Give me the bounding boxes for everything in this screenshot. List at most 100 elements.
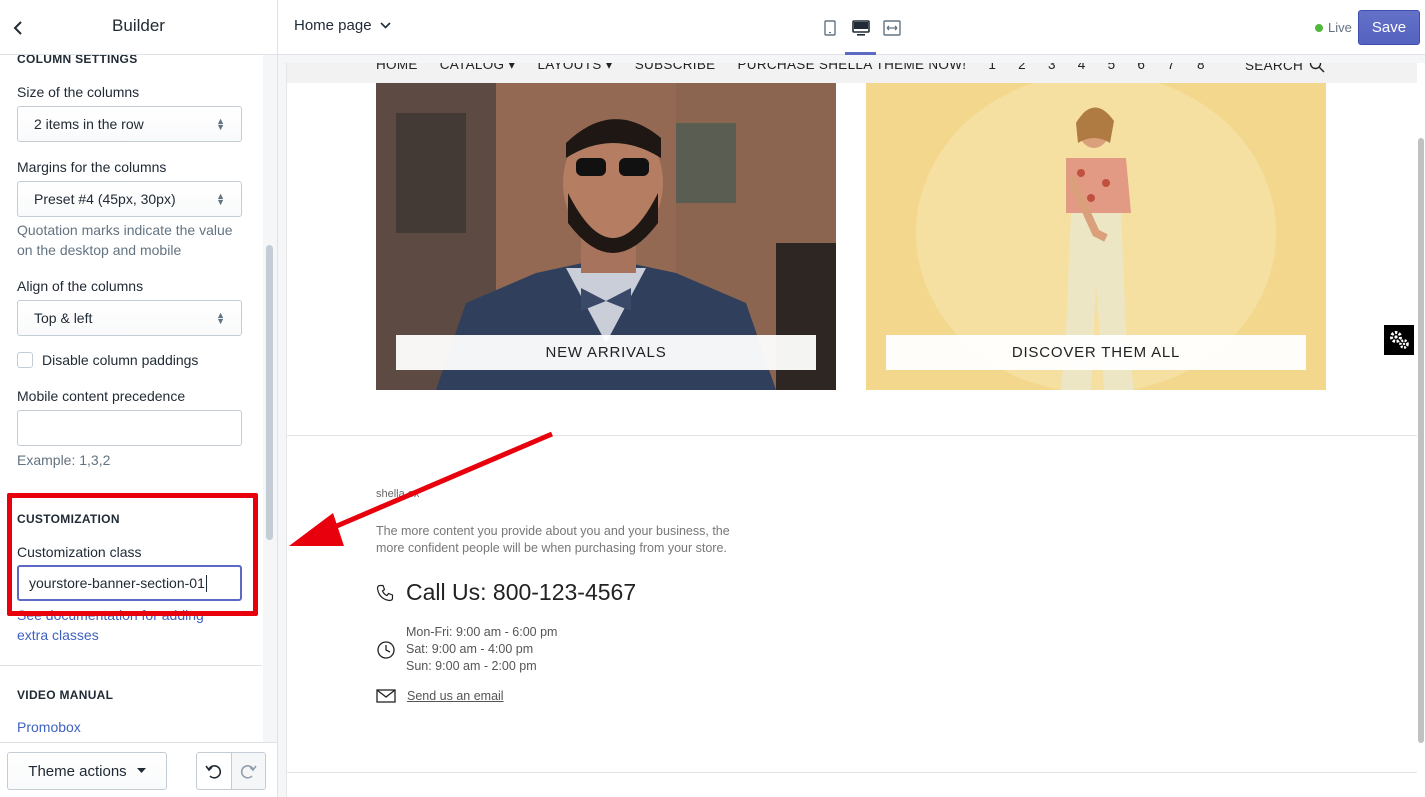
store-search[interactable]: SEARCH (1245, 63, 1325, 73)
size-columns-select[interactable]: 2 items in the row ▲ ▼ (17, 106, 242, 142)
editor-topbar: Home page Live Save (278, 0, 1425, 55)
store-navigation: HOME CATALOG ▾ LAYOUTS ▾ SUBSCRIBE PURCH… (287, 63, 1425, 83)
theme-actions-label: Theme actions (28, 762, 127, 780)
column-settings-heading: COLUMN SETTINGS (17, 55, 138, 66)
align-columns-select[interactable]: Top & left ▲ ▼ (17, 300, 242, 336)
documentation-link[interactable]: See documentation for adding extra class… (17, 605, 237, 645)
store-preview-frame[interactable]: HOME CATALOG ▾ LAYOUTS ▾ SUBSCRIBE PURCH… (286, 63, 1425, 797)
mobile-precedence-label: Mobile content precedence (17, 388, 186, 404)
customization-class-input[interactable]: yourstore-banner-section-01 (17, 565, 242, 601)
banner-discover[interactable]: DISCOVER THEM ALL (866, 83, 1326, 390)
customization-class-label: Customization class (17, 544, 142, 560)
text-caret (205, 574, 207, 592)
customization-class-value: yourstore-banner-section-01 (29, 575, 205, 591)
margins-columns-select[interactable]: Preset #4 (45px, 30px) ▲ ▼ (17, 181, 242, 217)
caret-down-icon (136, 768, 146, 773)
disable-paddings-label: Disable column paddings (42, 352, 199, 368)
phone-icon (376, 584, 394, 601)
footer-hours: Mon-Fri: 9:00 am - 6:00 pm Sat: 9:00 am … (406, 624, 557, 675)
sidebar-footer: Theme actions (0, 742, 277, 797)
redo-button[interactable] (230, 753, 265, 789)
desktop-icon (851, 20, 870, 36)
hours-sunday: Sun: 9:00 am - 2:00 pm (406, 659, 537, 673)
margins-help-text: Quotation marks indicate the value on th… (17, 222, 233, 258)
new-arrivals-button[interactable]: NEW ARRIVALS (396, 335, 816, 370)
search-label: SEARCH (1245, 63, 1304, 73)
margins-columns-value: Preset #4 (45px, 30px) (34, 191, 176, 207)
preview-scrollbar-thumb[interactable] (1418, 138, 1424, 743)
editor-sidebar: Builder COLUMN SETTINGS Size of the colu… (0, 0, 278, 797)
live-dot-icon (1315, 23, 1323, 32)
nav-page-8[interactable]: 8 (1197, 63, 1205, 73)
disable-paddings-checkbox[interactable] (17, 352, 33, 368)
bottom-divider (287, 772, 1425, 773)
page-selector-label: Home page (294, 17, 372, 34)
nav-page-4[interactable]: 4 (1078, 63, 1086, 73)
search-icon (1309, 63, 1325, 73)
mail-icon (376, 689, 396, 703)
footer-hours-row: Mon-Fri: 9:00 am - 6:00 pm Sat: 9:00 am … (376, 624, 557, 675)
send-email-link[interactable]: Send us an email (407, 689, 504, 703)
sidebar-scrollbar[interactable] (263, 55, 277, 742)
chevron-down-icon (379, 22, 391, 29)
footer-email-row: Send us an email (376, 689, 504, 703)
live-status: Live (1315, 20, 1352, 35)
hours-weekdays: Mon-Fri: 9:00 am - 6:00 pm (406, 625, 558, 639)
fullscreen-view-button[interactable] (876, 10, 907, 46)
sidebar-header: Builder (0, 0, 277, 55)
select-arrows-icon: ▲ ▼ (216, 116, 225, 132)
nav-page-7[interactable]: 7 (1167, 63, 1175, 73)
hours-saturday: Sat: 9:00 am - 4:00 pm (406, 642, 534, 656)
save-button[interactable]: Save (1358, 10, 1420, 45)
mobile-icon (823, 20, 836, 36)
expand-horizontal-icon (882, 20, 901, 36)
nav-home[interactable]: HOME (376, 63, 418, 73)
banner-new-arrivals[interactable]: NEW ARRIVALS (376, 83, 836, 390)
nav-page-1[interactable]: 1 (988, 63, 996, 73)
preview-scrollbar[interactable] (1417, 63, 1425, 797)
sidebar-title: Builder (112, 16, 165, 35)
gears-icon (1390, 331, 1409, 349)
align-columns-label: Align of the columns (17, 278, 144, 294)
customization-heading: CUSTOMIZATION (17, 512, 120, 526)
discover-them-all-button[interactable]: DISCOVER THEM ALL (886, 335, 1306, 370)
video-manual-heading: VIDEO MANUAL (17, 688, 114, 702)
nav-catalog[interactable]: CATALOG ▾ (440, 63, 516, 73)
live-label: Live (1328, 20, 1352, 35)
undo-icon (205, 765, 222, 779)
page-selector[interactable]: Home page (294, 17, 391, 34)
select-arrows-icon: ▲ ▼ (216, 191, 225, 207)
mobile-precedence-help: Example: 1,3,2 (17, 452, 111, 468)
device-switcher (814, 10, 907, 55)
nav-page-6[interactable]: 6 (1137, 63, 1145, 73)
footer-call-text: Call Us: 800-123-4567 (406, 579, 637, 605)
sidebar-settings-panel[interactable]: COLUMN SETTINGS Size of the columns 2 it… (0, 55, 262, 742)
undo-button[interactable] (197, 753, 231, 789)
nav-subscribe[interactable]: SUBSCRIBE (635, 63, 716, 73)
nav-page-5[interactable]: 5 (1108, 63, 1116, 73)
settings-gear-button[interactable] (1384, 325, 1414, 355)
section-divider (0, 665, 262, 666)
footer-divider (287, 435, 1425, 436)
footer-about-text: The more content you provide about you a… (376, 524, 730, 555)
clock-icon (377, 641, 395, 659)
footer-logo: shella.ex (376, 488, 420, 500)
nav-layouts[interactable]: LAYOUTS ▾ (537, 63, 612, 73)
mobile-view-button[interactable] (814, 10, 845, 46)
sidebar-scrollbar-thumb[interactable] (266, 245, 273, 540)
nav-page-2[interactable]: 2 (1018, 63, 1026, 73)
theme-actions-button[interactable]: Theme actions (7, 752, 167, 790)
mobile-precedence-input[interactable] (17, 410, 242, 446)
undo-redo-group (196, 752, 266, 790)
store-nav-items: HOME CATALOG ▾ LAYOUTS ▾ SUBSCRIBE PURCH… (376, 63, 1205, 73)
size-columns-label: Size of the columns (17, 84, 140, 100)
nav-purchase[interactable]: PURCHASE SHELLA THEME NOW! (737, 63, 966, 73)
select-arrows-icon: ▲ ▼ (216, 310, 225, 326)
nav-page-3[interactable]: 3 (1048, 63, 1056, 73)
align-columns-value: Top & left (34, 310, 93, 326)
footer-call-row: Call Us: 800-123-4567 (376, 579, 636, 606)
promobox-link[interactable]: Promobox (17, 717, 237, 737)
disable-paddings-toggle[interactable]: Disable column paddings (17, 352, 198, 368)
desktop-view-button[interactable] (845, 10, 876, 55)
redo-icon (241, 765, 258, 779)
